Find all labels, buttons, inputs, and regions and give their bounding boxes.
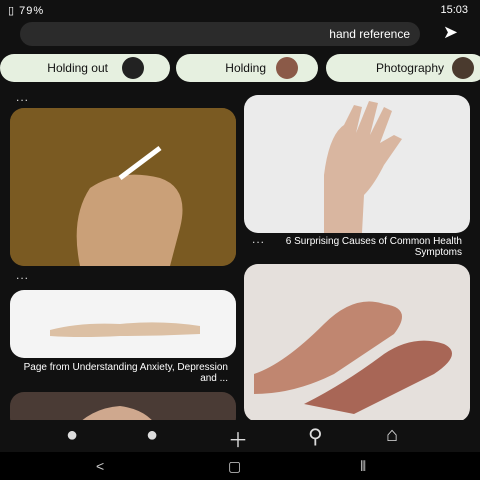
home-button-icon[interactable]: ▢ [228, 458, 241, 475]
search-bar[interactable]: hand reference [20, 22, 420, 46]
system-nav: < ▢ ⦀ [0, 452, 480, 480]
chip-thumbnail [276, 57, 298, 79]
chip-thumbnail [122, 57, 144, 79]
plus-icon[interactable]: ＋ [228, 424, 248, 453]
chip-thumbnail [452, 57, 474, 79]
pin-caption[interactable]: 6 Surprising Causes of Common Health Sym… [252, 236, 462, 258]
pin-caption[interactable]: Page from Understanding Anxiety, Depress… [18, 362, 228, 384]
chip-holding[interactable]: Holding [176, 54, 318, 82]
pin-image-hands-stained[interactable] [244, 264, 470, 422]
profile-icon[interactable]: ● [66, 424, 78, 447]
time-label: 15:03 [440, 4, 468, 16]
chip-label: Holding out [47, 61, 108, 75]
status-bar: 15:03 ▯ 79% [0, 0, 480, 22]
hand-illustration [324, 101, 402, 233]
chip-label: Holding [225, 61, 266, 75]
search-input[interactable]: hand reference [329, 27, 410, 41]
battery-percent: 79% [19, 5, 45, 17]
more-options-button[interactable]: ... [252, 232, 265, 246]
hand-extended-illustration [50, 322, 200, 337]
chip-label: Photography [375, 61, 444, 75]
more-options-button[interactable]: ... [16, 268, 29, 282]
chip-holding-out[interactable]: Holding out [0, 54, 170, 82]
more-options-button[interactable]: ... [16, 90, 29, 104]
battery-icon: ▯ [8, 5, 16, 17]
recents-icon[interactable]: ⦀ [360, 458, 366, 475]
home-icon[interactable]: ⌂ [386, 424, 398, 447]
chip-photography[interactable]: Photography [326, 54, 480, 82]
hands-illustration [254, 301, 452, 414]
back-icon[interactable]: < [96, 458, 104, 474]
hand-cigarette-illustration [10, 108, 236, 266]
chat-icon[interactable]: ● [146, 424, 158, 447]
pin-image-hand-extended[interactable] [10, 290, 236, 358]
back-arrow-icon[interactable]: ➤ [443, 22, 458, 43]
bottom-nav: ⌂ ⚲ ＋ ● ● [0, 420, 480, 452]
pin-image-hand-cigarette[interactable] [10, 108, 236, 266]
status-icons: ▯ 79% [8, 4, 44, 17]
search-icon[interactable]: ⚲ [308, 424, 323, 449]
pin-image-hand-white[interactable] [244, 95, 470, 233]
